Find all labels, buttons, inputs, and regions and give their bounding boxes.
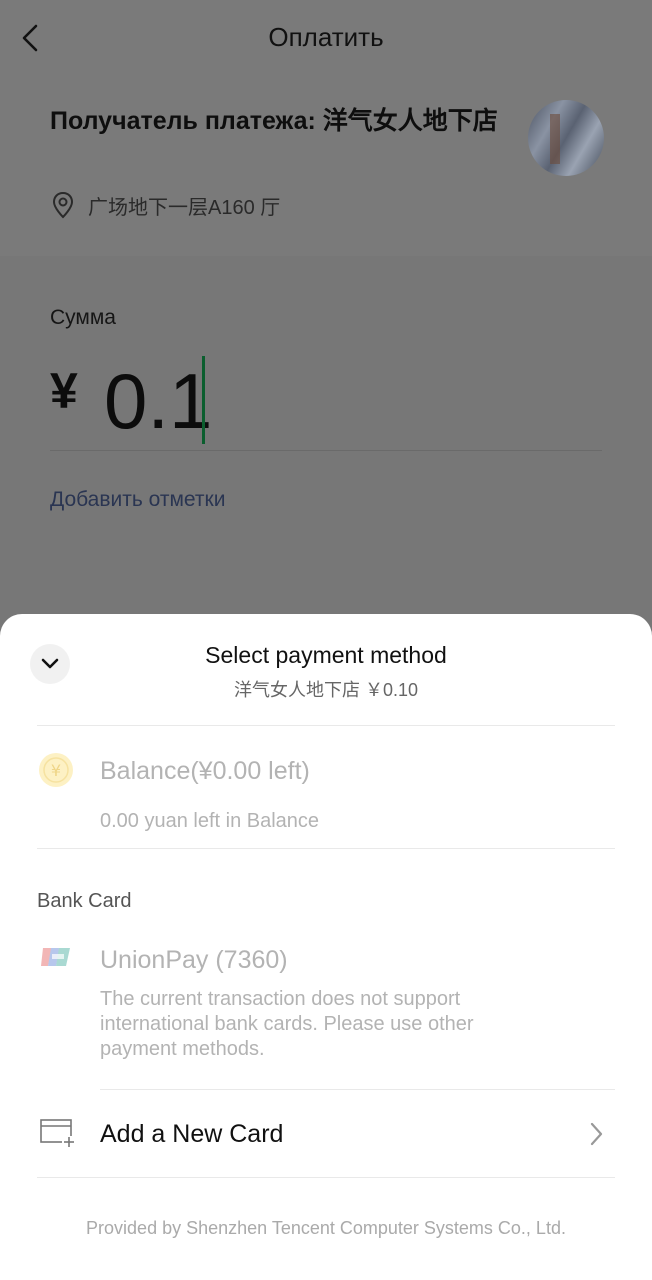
merchant-location: 广场地下一层A160 厅 — [50, 190, 280, 220]
svg-text:¥: ¥ — [51, 761, 61, 780]
balance-title: Balance(¥0.00 left) — [100, 757, 310, 785]
add-note-link[interactable]: Добавить отметки — [50, 488, 225, 512]
amount-label: Сумма — [50, 306, 116, 329]
divider — [37, 848, 615, 849]
divider — [37, 1177, 615, 1178]
amount-value: 0.1 — [104, 357, 213, 445]
balance-description: 0.00 yuan left in Balance — [100, 810, 320, 832]
currency-symbol: ¥ — [50, 363, 78, 419]
merchant-location-text: 广场地下一层A160 厅 — [88, 196, 281, 219]
merchant-avatar — [528, 100, 604, 176]
unionpay-title: UnionPay (7360) — [100, 946, 288, 974]
unionpay-logo-icon — [41, 948, 70, 966]
merchant-info: Получатель платежа: 洋气女人地下店 广场地下一层A160 厅 — [0, 80, 652, 256]
balance-option[interactable]: ¥ Balance(¥0.00 left) 0.00 yuan left in … — [0, 726, 652, 848]
sheet-title: Select payment method — [205, 642, 447, 668]
add-card-icon — [40, 1119, 76, 1148]
text-cursor — [202, 356, 205, 444]
unionpay-card-option[interactable]: UnionPay (7360) The current transaction … — [0, 934, 652, 1090]
location-pin-icon — [52, 191, 74, 219]
provider-footer: Provided by Shenzhen Tencent Computer Sy… — [86, 1218, 566, 1238]
payment-method-sheet: Select payment method 洋气女人地下店 ￥0.10 ¥ Ba… — [0, 614, 652, 1280]
page-title: Оплатить — [268, 22, 384, 52]
add-new-card-label: Add a New Card — [100, 1120, 284, 1148]
bank-card-section-label: Bank Card — [37, 890, 132, 912]
merchant-name: Получатель платежа: 洋气女人地下店 — [50, 107, 498, 135]
add-new-card-option[interactable]: Add a New Card — [0, 1090, 652, 1178]
yuan-coin-icon: ¥ — [39, 753, 73, 787]
amount-section: Сумма ¥ 0.1 Добавить отметки — [0, 256, 652, 636]
top-bar: Оплатить — [0, 0, 652, 80]
sheet-subtitle: 洋气女人地下店 ￥0.10 — [233, 680, 419, 700]
unionpay-description: The current transaction does not support… — [100, 988, 474, 1060]
amount-input[interactable]: ¥ 0.1 — [50, 356, 602, 451]
chevron-right-icon — [590, 1122, 603, 1146]
